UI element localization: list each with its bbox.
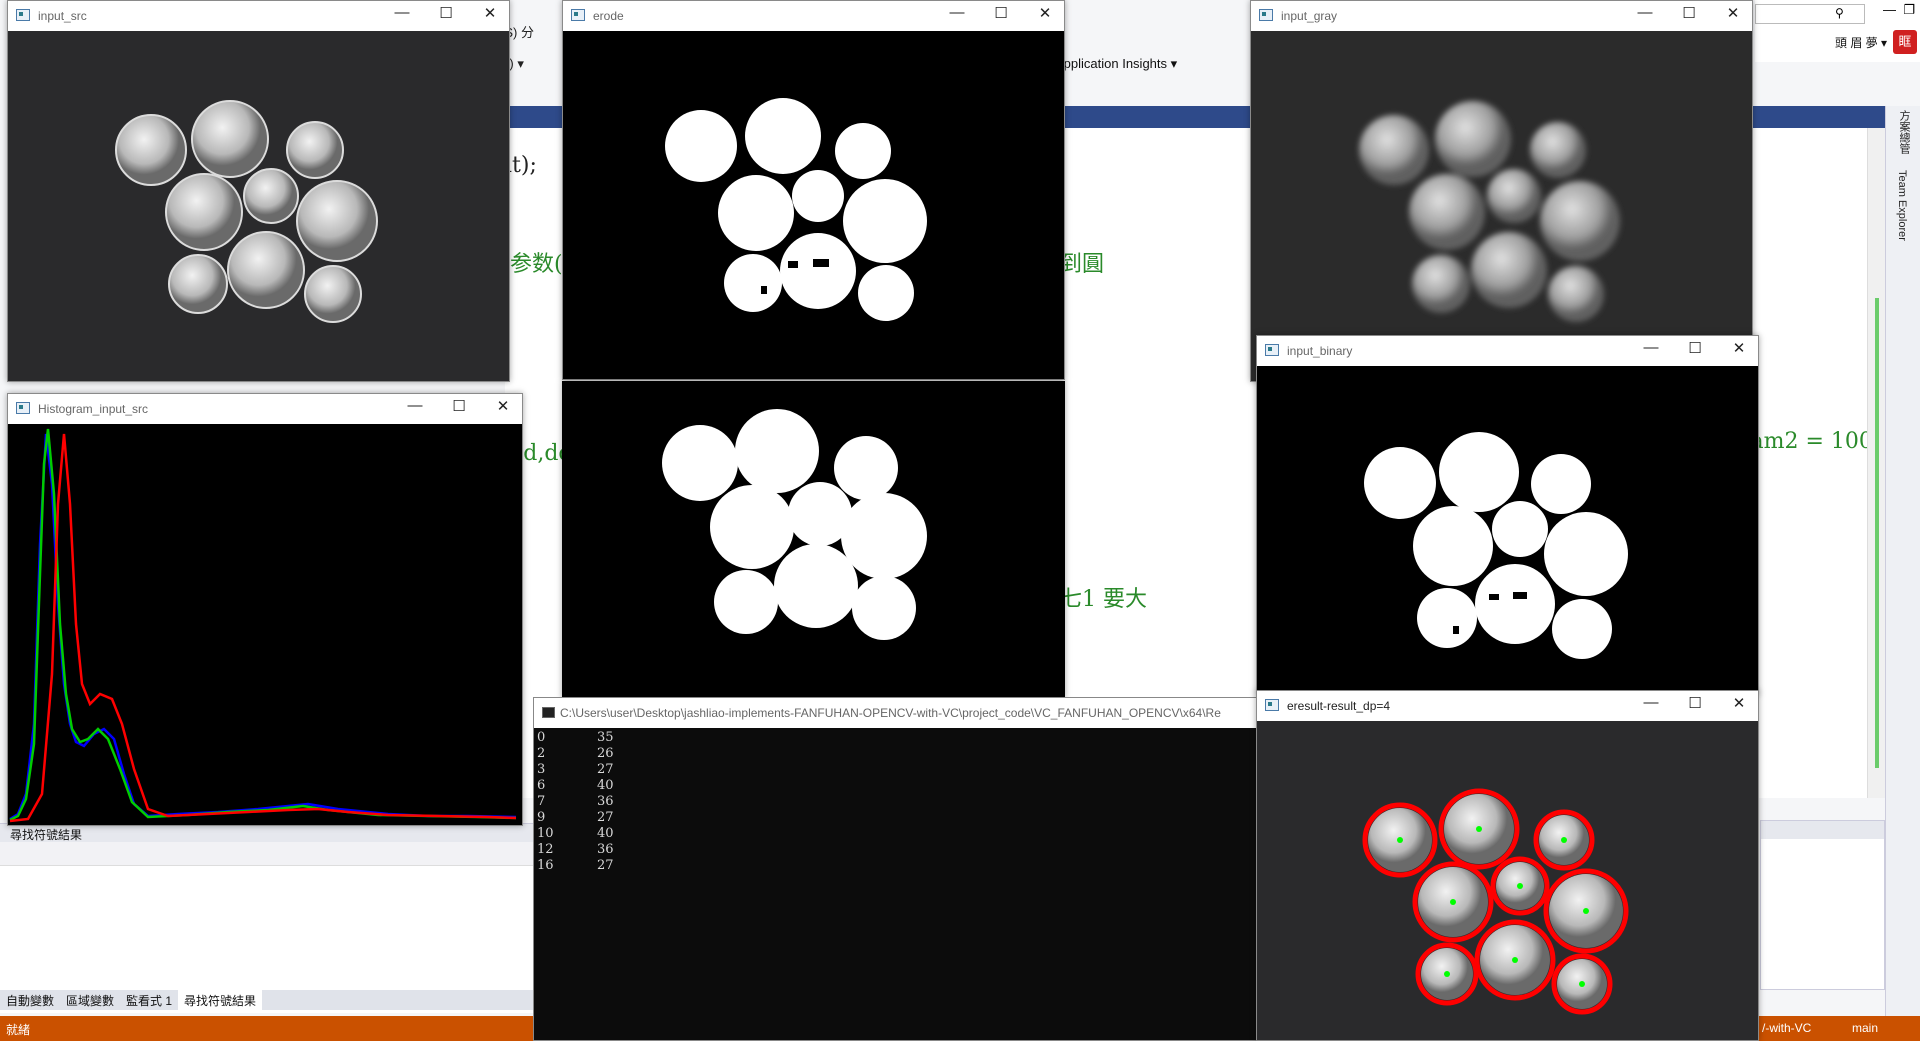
close-button[interactable]: ✕ <box>1717 694 1758 712</box>
close-button[interactable]: ✕ <box>1023 4 1064 22</box>
window-icon <box>16 402 30 414</box>
maximize-button[interactable]: ☐ <box>1667 4 1711 22</box>
tab-autos[interactable]: 自動變數 <box>0 990 60 1011</box>
maximize-button[interactable]: ☐ <box>1673 694 1717 712</box>
title-bar[interactable]: Histogram_input_src — ☐ ✕ <box>8 394 522 424</box>
title-bar[interactable]: input_src — ☐ ✕ <box>8 1 509 31</box>
code-line: 到圓 <box>1060 252 1105 277</box>
window-title: input_gray <box>1281 9 1338 23</box>
binary-image <box>1257 366 1758 694</box>
minimize-button[interactable]: — <box>1623 4 1667 21</box>
window-title: input_binary <box>1287 344 1353 358</box>
window-icon <box>1265 344 1279 356</box>
quick-launch-search[interactable] <box>1755 4 1865 24</box>
window-title: erode <box>593 9 624 23</box>
panel-toolbar <box>0 842 535 866</box>
hough-circles-result-image <box>1257 721 1758 1040</box>
panel-title: 尋找符號結果 <box>0 824 535 842</box>
close-button[interactable]: ✕ <box>481 397 522 415</box>
code-line: 参数( <box>510 252 563 277</box>
title-bar[interactable]: input_binary — ☐ ✕ <box>1257 336 1758 366</box>
maximize-button[interactable]: ☐ <box>424 4 468 22</box>
title-bar[interactable]: input_gray — ☐ ✕ <box>1251 1 1752 31</box>
result-window[interactable]: eresult-result_dp=4 — ☐ ✕ <box>1256 690 1759 1041</box>
window-icon <box>1265 699 1279 711</box>
minimize-button[interactable]: — <box>380 4 424 21</box>
status-branch[interactable]: main <box>1852 1021 1878 1035</box>
erode-image <box>563 31 1064 379</box>
tab-locals[interactable]: 區域變數 <box>60 990 120 1011</box>
editor-scrollbar[interactable] <box>1867 128 1885 798</box>
code-line: ram2 = 100 <box>1740 429 1873 454</box>
find-symbol-results-panel: 尋找符號結果 <box>0 823 535 1013</box>
solution-explorer-tab[interactable]: 方案總管 <box>1896 110 1912 154</box>
histogram-plot <box>8 424 522 825</box>
maximize-button[interactable]: ☐ <box>1673 339 1717 357</box>
erode-window-lower <box>562 381 1065 699</box>
right-tool-strip: 方案總管 Team Explorer <box>1885 106 1920 1036</box>
window-icon <box>16 9 30 21</box>
status-repo[interactable]: /-with-VC <box>1762 1021 1811 1035</box>
close-button[interactable]: ✕ <box>1711 4 1752 22</box>
tab-find-symbol-results[interactable]: 尋找符號結果 <box>178 990 263 1011</box>
minimize-button[interactable]: — <box>935 4 979 21</box>
title-bar[interactable]: eresult-result_dp=4 — ☐ ✕ <box>1257 691 1758 721</box>
search-icon[interactable]: ⚲ <box>1835 6 1844 20</box>
window-title: input_src <box>38 9 87 23</box>
user-menu[interactable]: 頭 眉 夢 ▾ <box>1835 34 1887 51</box>
bottom-tab-strip: 自動變數 區域變數 監看式 1 尋找符號結果 <box>0 990 535 1011</box>
window-title: Histogram_input_src <box>38 402 149 416</box>
minimize-button[interactable]: — <box>393 397 437 414</box>
window-title: eresult-result_dp=4 <box>1287 699 1391 713</box>
minimize-button[interactable]: — <box>1629 339 1673 356</box>
erode-window[interactable]: erode — ☐ ✕ <box>562 0 1065 380</box>
console-icon <box>542 707 555 718</box>
scroll-thumb[interactable] <box>1875 298 1879 768</box>
team-explorer-tab[interactable]: Team Explorer <box>1896 170 1908 241</box>
title-bar[interactable]: erode — ☐ ✕ <box>563 1 1064 31</box>
right-tool-panel <box>1760 820 1885 990</box>
histogram-window[interactable]: Histogram_input_src — ☐ ✕ <box>7 393 523 826</box>
minimize-button[interactable]: — <box>1629 694 1673 711</box>
input-src-window[interactable]: input_src — ☐ ✕ <box>7 0 510 382</box>
window-icon <box>1259 9 1273 21</box>
window-title: C:\Users\user\Desktop\jashliao-implement… <box>560 706 1221 720</box>
window-icon <box>571 9 585 21</box>
code-line: 七1 要大 <box>1060 587 1147 612</box>
close-button[interactable]: ✕ <box>1717 339 1758 357</box>
maximize-button[interactable]: ☐ <box>979 4 1023 22</box>
input-gray-window[interactable]: input_gray — ☐ ✕ <box>1250 0 1753 382</box>
dilate-image <box>562 381 1065 699</box>
maximize-button[interactable]: ☐ <box>437 397 481 415</box>
tab-watch1[interactable]: 監看式 1 <box>120 990 178 1011</box>
input-binary-window[interactable]: input_binary — ☐ ✕ <box>1256 335 1759 695</box>
close-button[interactable]: ✕ <box>468 4 509 22</box>
avatar[interactable]: 眶 <box>1893 30 1917 54</box>
coins-image <box>8 31 509 381</box>
window-controls[interactable]: — ❐ ✕ <box>1883 2 1920 18</box>
status-text: 就緒 <box>6 1023 31 1037</box>
application-insights-button[interactable]: Application Insights ▾ <box>1055 56 1177 72</box>
gray-blur-image <box>1251 31 1752 381</box>
